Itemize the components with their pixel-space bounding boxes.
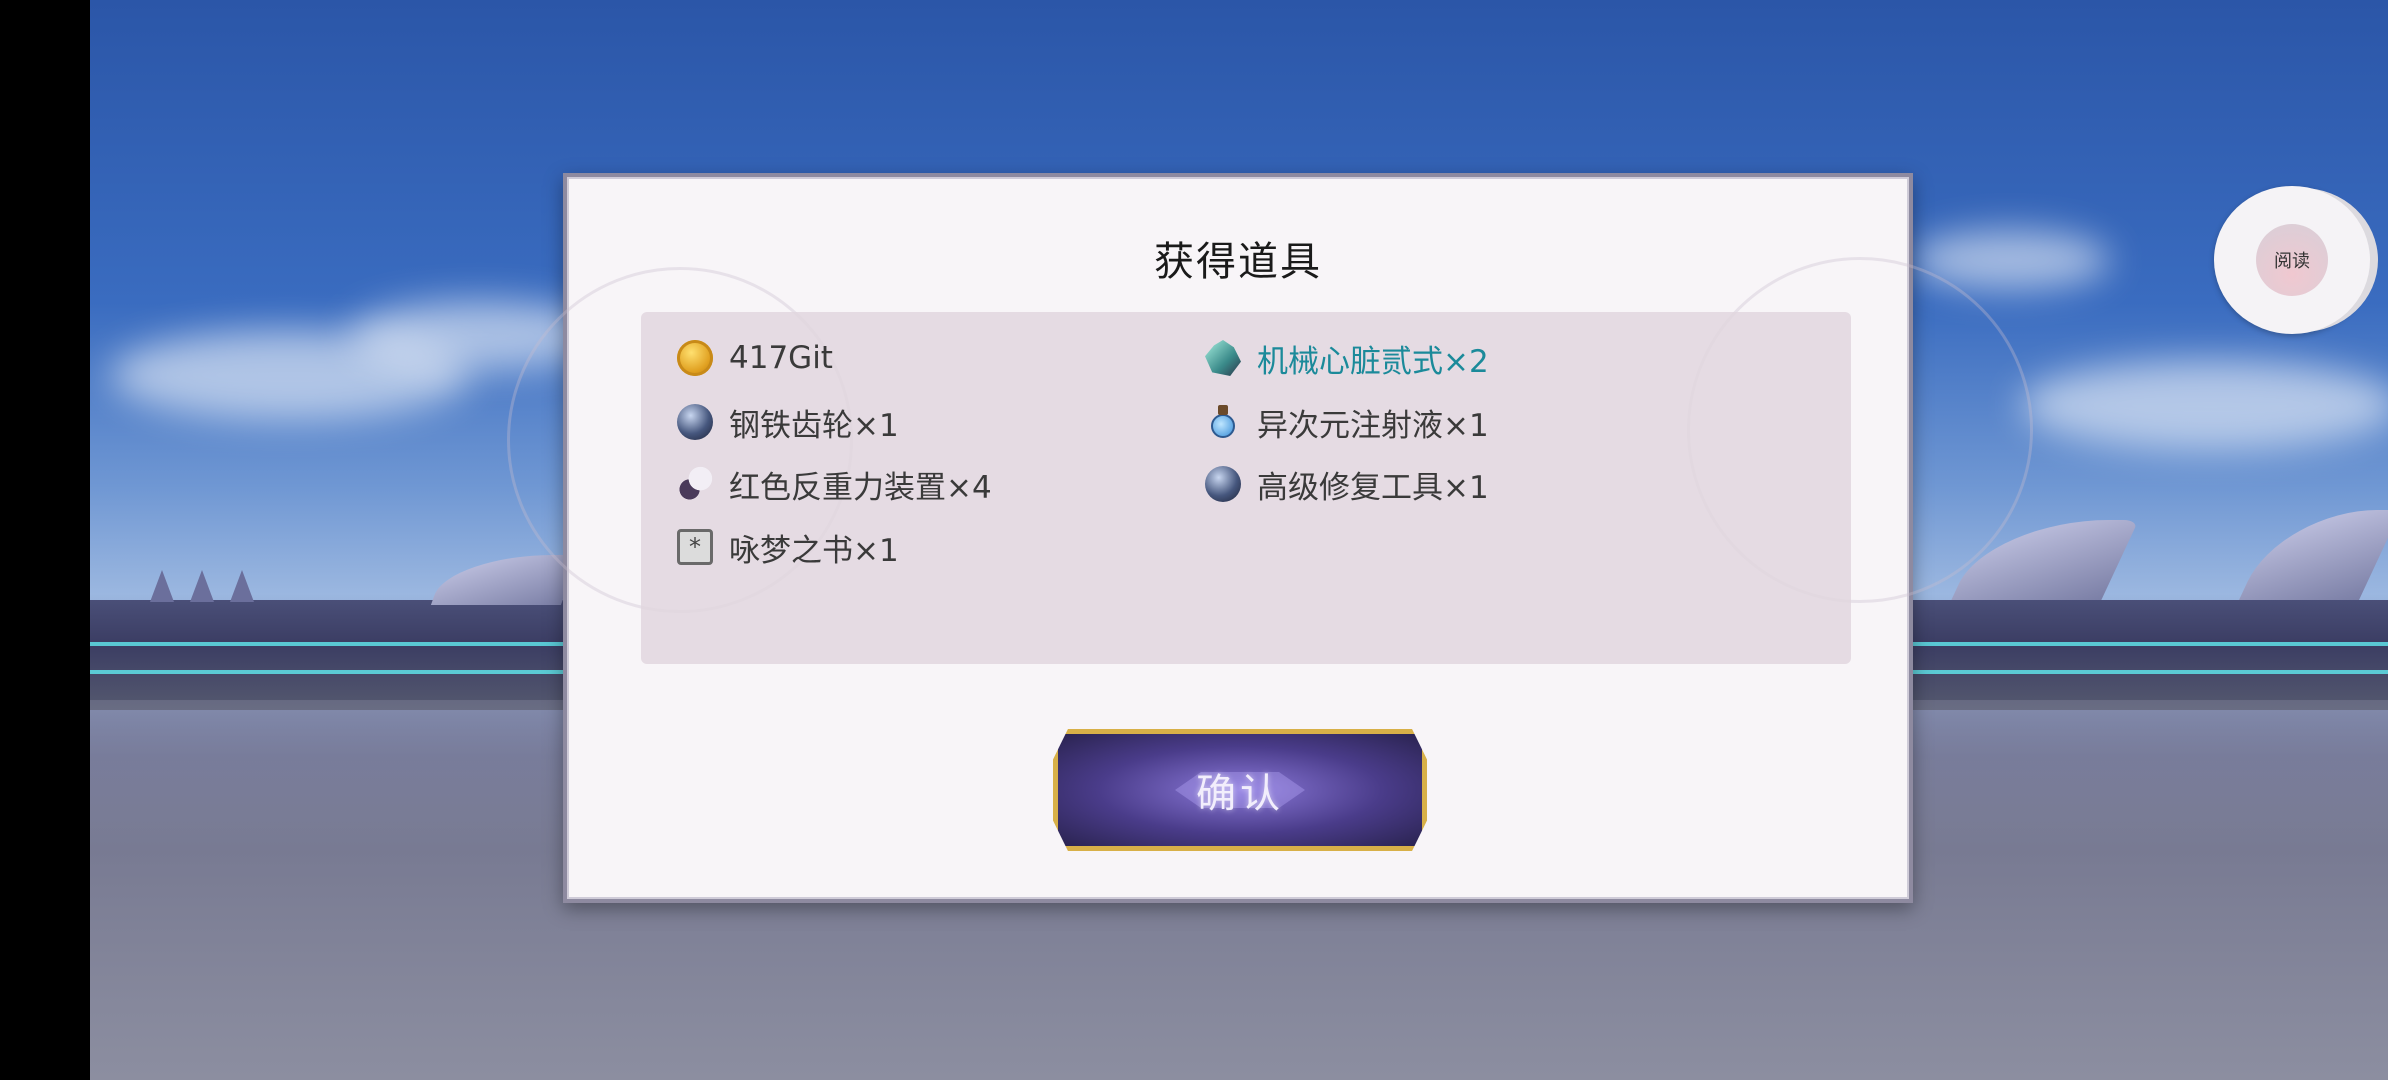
left-black-bar	[0, 0, 90, 1080]
fin	[2239, 510, 2388, 600]
item-label: 高级修复工具×1	[1257, 469, 1489, 506]
flask-icon	[1205, 404, 1241, 440]
coin-icon	[677, 340, 713, 376]
list-item: 417Git	[677, 336, 833, 380]
item-label: 咏梦之书×1	[729, 532, 899, 569]
spike	[150, 570, 174, 602]
spike	[190, 570, 214, 602]
floating-reader-button[interactable]: 阅读	[2214, 186, 2370, 334]
item-label: 异次元注射液×1	[1257, 407, 1489, 444]
item-reward-dialog: 获得道具 417Git 机械心脏贰式×2 钢铁齿轮×1 异次元注射液×1 红色反…	[507, 173, 2033, 903]
item-list-panel: 417Git 机械心脏贰式×2 钢铁齿轮×1 异次元注射液×1 红色反重力装置×…	[641, 312, 1851, 664]
spike	[230, 570, 254, 602]
orb-icon	[677, 404, 713, 440]
book-icon	[677, 529, 713, 565]
confirm-button[interactable]: 确认	[1053, 729, 1427, 851]
item-label: 机械心脏贰式×2	[1257, 343, 1489, 380]
list-item: 咏梦之书×1	[677, 525, 899, 569]
cloud	[2020, 360, 2388, 450]
list-item: 红色反重力装置×4	[677, 462, 992, 506]
reader-label: 阅读	[2274, 251, 2310, 272]
item-label: 417Git	[729, 340, 833, 376]
list-item: 异次元注射液×1	[1205, 400, 1489, 444]
mechanical-heart-icon	[1205, 340, 1241, 376]
item-label: 钢铁齿轮×1	[729, 407, 899, 444]
orb-icon	[1205, 466, 1241, 502]
item-label: 红色反重力装置×4	[729, 469, 992, 506]
confirm-label: 确认	[1196, 771, 1284, 817]
list-item: 高级修复工具×1	[1205, 462, 1489, 506]
gadget-icon	[677, 466, 713, 502]
list-item: 机械心脏贰式×2	[1205, 336, 1489, 380]
list-item: 钢铁齿轮×1	[677, 400, 899, 444]
dialog-title: 获得道具	[1154, 239, 1322, 285]
reader-icon: 阅读	[2256, 224, 2328, 296]
